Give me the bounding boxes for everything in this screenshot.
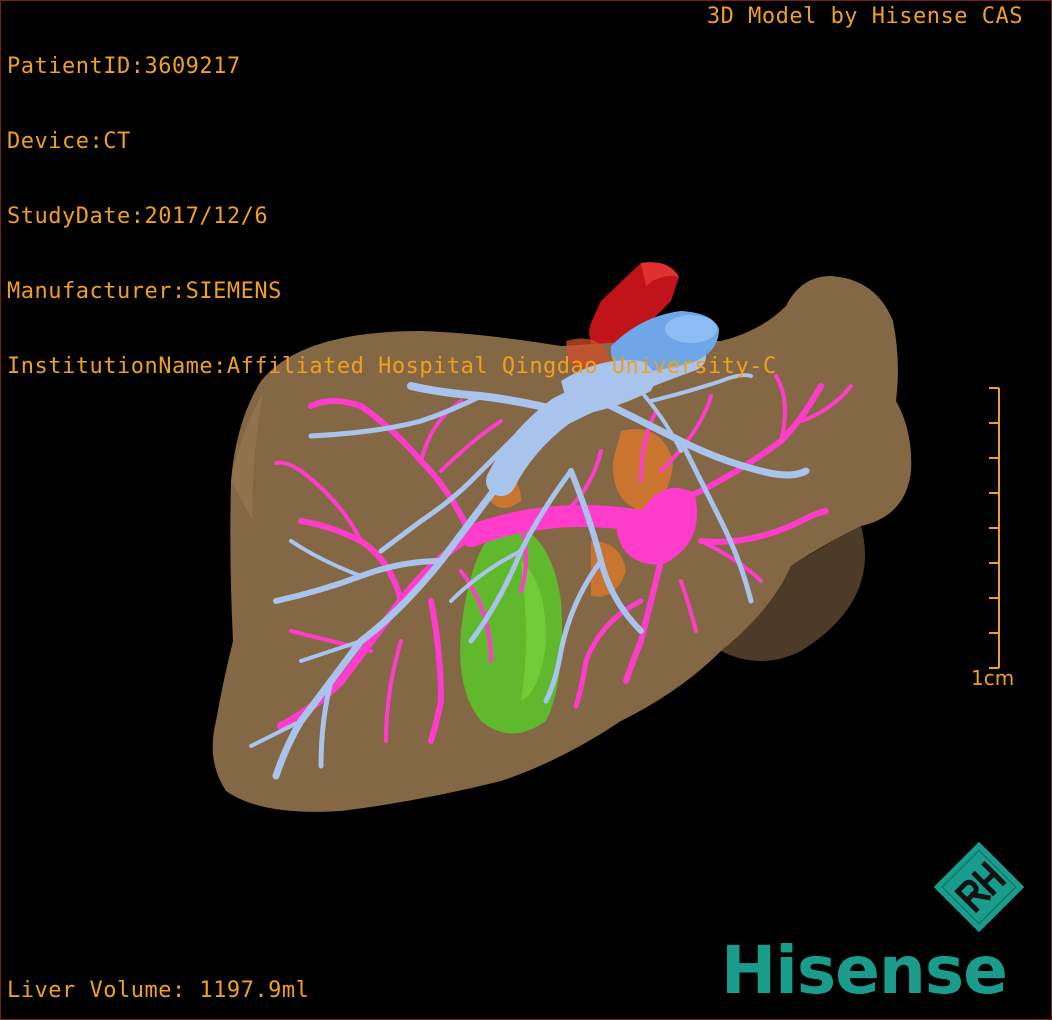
3d-viewport[interactable]: 1cm PatientID:3609217 Device:CT StudyDat… xyxy=(0,0,1052,1020)
rh-logo-icon xyxy=(933,841,1025,933)
device: Device:CT xyxy=(7,129,131,154)
liver-volume: Liver Volume: 1197.9ml xyxy=(7,978,310,1003)
study-date: StudyDate:2017/12/6 xyxy=(7,204,269,229)
patient-id: PatientID:3609217 xyxy=(7,54,241,79)
hisense-logo: Hisense xyxy=(721,932,1008,1009)
model-credit: 3D Model by Hisense CAS xyxy=(706,4,1023,29)
manufacturer: Manufacturer:SIEMENS xyxy=(7,279,282,304)
institution-name: InstitutionName:Affiliated Hospital Qing… xyxy=(7,354,777,379)
scale-bar xyxy=(989,387,1000,669)
scale-label: 1cm xyxy=(971,666,1015,690)
dicom-info: PatientID:3609217 Device:CT StudyDate:20… xyxy=(7,4,777,429)
